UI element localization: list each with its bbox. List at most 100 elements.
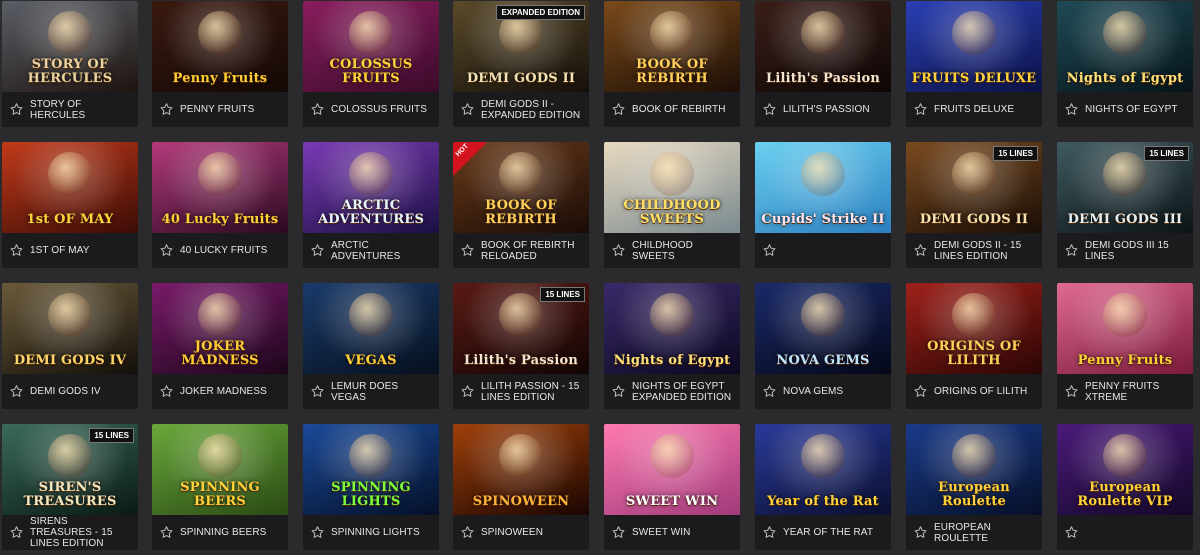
game-title: NOVA GEMS (783, 386, 844, 397)
star-outline-icon[interactable] (912, 102, 928, 118)
star-outline-icon[interactable] (1063, 243, 1079, 259)
star-outline-icon[interactable] (610, 243, 626, 259)
game-card[interactable]: CHILDHOOD SWEETS CHILDHOOD SWEETS (604, 142, 740, 268)
game-artwork (801, 434, 845, 478)
game-card[interactable]: FRUITS DELUXE FRUITS DELUXE (906, 1, 1042, 127)
star-outline-icon[interactable] (309, 525, 325, 541)
star-outline-icon[interactable] (912, 525, 928, 541)
star-outline-icon[interactable] (158, 243, 174, 259)
game-thumbnail[interactable]: European Roulette (906, 424, 1042, 515)
star-outline-icon[interactable] (8, 243, 24, 259)
game-thumbnail[interactable]: DEMI GODS IV (2, 283, 138, 374)
game-thumbnail[interactable]: Nights of Egypt (604, 283, 740, 374)
game-thumbnail[interactable]: European Roulette VIP (1057, 424, 1193, 515)
star-outline-icon[interactable] (459, 525, 475, 541)
star-outline-icon[interactable] (1063, 102, 1079, 118)
game-thumbnail[interactable]: 15 LINES DEMI GODS II (906, 142, 1042, 233)
star-outline-icon[interactable] (309, 102, 325, 118)
game-title: BOOK OF REBIRTH (632, 104, 726, 115)
game-card[interactable]: Penny Fruits PENNY FRUITS XTREME (1057, 283, 1193, 409)
star-outline-icon[interactable] (610, 525, 626, 541)
game-card[interactable]: Nights of Egypt NIGHTS OF EGYPT EXPANDED … (604, 283, 740, 409)
game-card[interactable]: 15 LINES DEMI GODS III DEMI GODS III 15 LI… (1057, 142, 1193, 268)
game-thumbnail[interactable]: NOVA GEMS (755, 283, 891, 374)
game-thumbnail[interactable]: Penny Fruits (152, 1, 288, 92)
game-card[interactable]: Nights of Egypt NIGHTS OF EGYPT (1057, 1, 1193, 127)
game-card[interactable]: 15 LINES DEMI GODS II DEMI GODS II - 15 LI… (906, 142, 1042, 268)
star-outline-icon[interactable] (610, 102, 626, 118)
star-outline-icon[interactable] (8, 102, 24, 118)
game-thumbnail[interactable]: SPINNING LIGHTS (303, 424, 439, 515)
game-card[interactable]: 1st OF MAY 1ST OF MAY (2, 142, 138, 268)
star-outline-icon[interactable] (309, 384, 325, 400)
game-thumbnail[interactable]: ARCTIC ADVENTURES (303, 142, 439, 233)
star-outline-icon[interactable] (761, 384, 777, 400)
game-thumbnail[interactable]: SPINNING BEERS (152, 424, 288, 515)
game-card[interactable]: SWEET WIN SWEET WIN (604, 424, 740, 550)
star-outline-icon[interactable] (8, 384, 24, 400)
game-card[interactable]: EXPANDED EDITION DEMI GODS II DEMI GODS II… (453, 1, 589, 127)
star-outline-icon[interactable] (610, 384, 626, 400)
game-thumbnail[interactable]: EXPANDED EDITION DEMI GODS II (453, 1, 589, 92)
game-thumbnail[interactable]: FRUITS DELUXE (906, 1, 1042, 92)
game-thumbnail[interactable]: VEGAS (303, 283, 439, 374)
star-outline-icon[interactable] (912, 243, 928, 259)
game-thumbnail[interactable]: HOT BOOK OF REBIRTH (453, 142, 589, 233)
game-card[interactable]: HOT BOOK OF REBIRTH BOOK OF REBIRTH RELOAD… (453, 142, 589, 268)
game-card[interactable]: Year of the Rat YEAR OF THE RAT (755, 424, 891, 550)
game-thumbnail[interactable]: Lilith's Passion (755, 1, 891, 92)
game-thumbnail[interactable]: Penny Fruits (1057, 283, 1193, 374)
star-outline-icon[interactable] (1063, 384, 1079, 400)
game-thumbnail[interactable]: CHILDHOOD SWEETS (604, 142, 740, 233)
game-thumbnail[interactable]: SPINOWEEN (453, 424, 589, 515)
game-card[interactable]: ARCTIC ADVENTURES ARCTIC ADVENTURES (303, 142, 439, 268)
game-card[interactable]: NOVA GEMS NOVA GEMS (755, 283, 891, 409)
star-outline-icon[interactable] (912, 384, 928, 400)
star-outline-icon[interactable] (459, 384, 475, 400)
game-card[interactable]: SPINOWEEN SPINOWEEN (453, 424, 589, 550)
game-card[interactable]: ORIGINS OF LILITH ORIGINS OF LILITH (906, 283, 1042, 409)
star-outline-icon[interactable] (309, 243, 325, 259)
star-outline-icon[interactable] (158, 384, 174, 400)
game-card[interactable]: European Roulette EUROPEAN ROULETTE (906, 424, 1042, 550)
game-card[interactable]: STORY OF HERCULES STORY OF HERCULES (2, 1, 138, 127)
star-outline-icon[interactable] (1063, 525, 1079, 541)
game-card[interactable]: European Roulette VIP (1057, 424, 1193, 550)
game-thumbnail[interactable]: 15 LINES DEMI GODS III (1057, 142, 1193, 233)
game-card[interactable]: 15 LINES Lilith's Passion LILITH PASSION -… (453, 283, 589, 409)
star-outline-icon[interactable] (459, 243, 475, 259)
game-thumbnail[interactable]: STORY OF HERCULES (2, 1, 138, 92)
game-thumbnail[interactable]: 15 LINES Lilith's Passion (453, 283, 589, 374)
game-thumbnail[interactable]: Nights of Egypt (1057, 1, 1193, 92)
game-card[interactable]: JOKER MADNESS JOKER MADNESS (152, 283, 288, 409)
game-thumbnail[interactable]: 15 LINES SIREN'S TREASURES (2, 424, 138, 515)
game-thumbnail[interactable]: 40 Lucky Fruits (152, 142, 288, 233)
star-outline-icon[interactable] (8, 525, 24, 541)
game-thumbnail[interactable]: COLOSSUS FRUITS (303, 1, 439, 92)
game-card[interactable]: COLOSSUS FRUITS COLOSSUS FRUITS (303, 1, 439, 127)
game-thumbnail[interactable]: Year of the Rat (755, 424, 891, 515)
game-card[interactable]: DEMI GODS IV DEMI GODS IV (2, 283, 138, 409)
game-card[interactable]: VEGAS LEMUR DOES VEGAS (303, 283, 439, 409)
game-card[interactable]: Cupids' Strike II (755, 142, 891, 268)
star-outline-icon[interactable] (158, 102, 174, 118)
game-thumbnail[interactable]: Cupids' Strike II (755, 142, 891, 233)
game-card[interactable]: 40 Lucky Fruits 40 LUCKY FRUITS (152, 142, 288, 268)
star-outline-icon[interactable] (761, 243, 777, 259)
game-thumbnail[interactable]: ORIGINS OF LILITH (906, 283, 1042, 374)
star-outline-icon[interactable] (158, 525, 174, 541)
game-card[interactable]: SPINNING BEERS SPINNING BEERS (152, 424, 288, 550)
star-outline-icon[interactable] (761, 102, 777, 118)
game-card[interactable]: 15 LINES SIREN'S TREASURES SIRENS TREASURE… (2, 424, 138, 550)
game-card[interactable]: SPINNING LIGHTS SPINNING LIGHTS (303, 424, 439, 550)
game-thumbnail[interactable]: 1st OF MAY (2, 142, 138, 233)
game-thumbnail[interactable]: BOOK OF REBIRTH (604, 1, 740, 92)
game-title: EUROPEAN ROULETTE (934, 521, 991, 544)
game-card[interactable]: Lilith's Passion LILITH'S PASSION (755, 1, 891, 127)
game-thumbnail[interactable]: JOKER MADNESS (152, 283, 288, 374)
star-outline-icon[interactable] (761, 525, 777, 541)
game-thumbnail[interactable]: SWEET WIN (604, 424, 740, 515)
star-outline-icon[interactable] (459, 102, 475, 118)
game-card[interactable]: Penny Fruits PENNY FRUITS (152, 1, 288, 127)
game-card[interactable]: BOOK OF REBIRTH BOOK OF REBIRTH (604, 1, 740, 127)
